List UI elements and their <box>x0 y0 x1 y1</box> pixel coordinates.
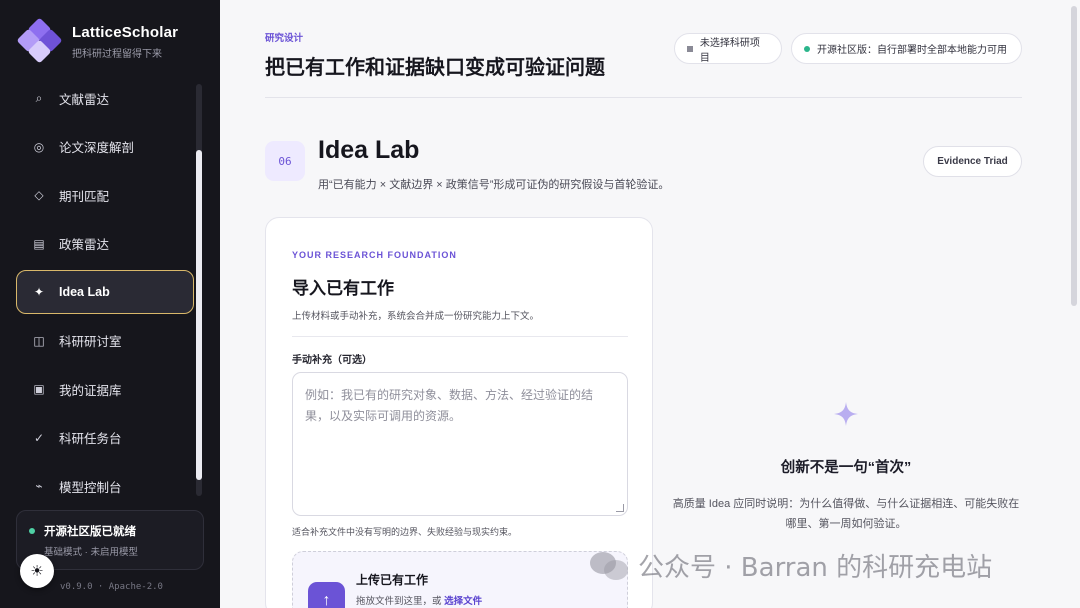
page-scrollbar-thumb[interactable] <box>1071 6 1077 306</box>
sidebar-item-evidence-library[interactable]: ▣ 我的证据库 <box>16 367 194 411</box>
wave-icon: ⌁ <box>35 479 43 493</box>
sidebar-item-label: 期刊匹配 <box>59 189 110 204</box>
sidebar-item-label: 模型控制台 <box>59 480 122 495</box>
status-dot-icon <box>29 528 35 534</box>
sidebar-item-task-desk[interactable]: ✓ 科研任务台 <box>16 416 194 460</box>
header-divider <box>265 97 1022 98</box>
page-title: 把已有工作和证据缺口变成可验证问题 <box>265 57 605 79</box>
project-selector-label: 未选择科研项目 <box>699 37 760 64</box>
sidebar-item-idea-lab[interactable]: ✦ Idea Lab <box>16 270 194 314</box>
choose-file-link[interactable]: 选择文件 <box>444 596 482 607</box>
app-name: LatticeScholar <box>72 24 179 41</box>
watermark-text: 公众号 · Barran 的科研充电站 <box>638 553 993 583</box>
square-icon <box>687 45 693 52</box>
card-description: 上传材料或手动补充，系统会合并成一份研究能力上下文。 <box>292 311 540 322</box>
section-subtitle: 用“已有能力 × 文献边界 × 政策信号”形成可证伪的研究假设与首轮验证。 <box>318 179 670 191</box>
watermark: 公众号 · Barran 的科研充电站 <box>590 547 992 584</box>
section-number-badge: 06 <box>265 141 305 181</box>
sidebar-item-seminar-room[interactable]: ◫ 科研研讨室 <box>16 319 194 363</box>
brand[interactable]: LatticeScholar 把科研过程留得下来 <box>16 17 179 64</box>
sidebar-scrollbar[interactable] <box>196 84 202 496</box>
edition-status-pill[interactable]: 开源社区版：自行部署时全部本地能力可用 <box>791 33 1022 64</box>
sidebar-scrollbar-thumb[interactable] <box>196 150 202 480</box>
main-content: 研究设计 把已有工作和证据缺口变成可验证问题 未选择科研项目 开源社区版：自行部… <box>220 0 1080 608</box>
check-icon: ✓ <box>33 430 45 445</box>
empty-state-description: 高质量 Idea 应同时说明：为什么值得做、与什么证据相连、可能失败在哪里、第一… <box>672 498 1020 530</box>
sidebar: LatticeScholar 把科研过程留得下来 ⌕ 文献雷达 ◎ 论文深度解剖… <box>0 0 220 608</box>
version-label: v0.9.0 · Apache-2.0 <box>60 582 163 592</box>
sidebar-item-policy-radar[interactable]: ▤ 政策雷达 <box>16 222 194 266</box>
empty-state-title: 创新不是一句“首次” <box>780 460 912 476</box>
sidebar-item-model-console[interactable]: ⌁ 模型控制台 <box>16 464 194 508</box>
manual-input-label: 手动补充（可选） <box>292 355 372 366</box>
card-title: 导入已有工作 <box>292 279 394 298</box>
upload-hint: 拖放文件到这里，或 <box>356 596 442 607</box>
sidebar-nav: ⌕ 文献雷达 ◎ 论文深度解剖 ◇ 期刊匹配 ▤ 政策雷达 ✦ Idea Lab… <box>16 76 194 513</box>
upload-dropzone[interactable]: ↑ 上传已有工作 拖放文件到这里，或 选择文件 <box>292 551 628 608</box>
sidebar-item-journal-match[interactable]: ◇ 期刊匹配 <box>16 173 194 217</box>
edition-status-label: 开源社区版：自行部署时全部本地能力可用 <box>817 45 1007 56</box>
sparkle-icon <box>834 402 858 426</box>
sidebar-item-literature-radar[interactable]: ⌕ 文献雷达 <box>16 76 194 120</box>
evidence-triad-button[interactable]: Evidence Triad <box>923 146 1022 177</box>
wechat-icon <box>590 550 630 582</box>
manual-input-placeholder: 例如：我已有的研究对象、数据、方法、经过验证的结果，以及实际可调用的资源。 <box>305 388 594 423</box>
page-scrollbar[interactable] <box>1071 0 1078 608</box>
target-icon: ◎ <box>33 139 45 154</box>
sun-icon: ☀ <box>30 563 44 580</box>
status-title-row: 开源社区版已就绪 <box>29 523 203 539</box>
manual-input-textarea[interactable]: 例如：我已有的研究对象、数据、方法、经过验证的结果，以及实际可调用的资源。 <box>292 372 628 516</box>
list-icon: ▤ <box>33 236 45 251</box>
upload-subtitle: 拖放文件到这里，或 选择文件 <box>356 593 482 607</box>
sidebar-item-paper-analysis[interactable]: ◎ 论文深度解剖 <box>16 125 194 169</box>
status-subtitle: 基础模式 · 未启用模型 <box>44 547 138 558</box>
radar-icon: ⌕ <box>35 90 43 105</box>
sidebar-item-label: 我的证据库 <box>59 383 122 398</box>
sparkle-icon: ✦ <box>33 285 45 299</box>
lattice-logo-icon <box>16 17 63 64</box>
diamond-icon: ◇ <box>34 188 44 202</box>
section-title: Idea Lab <box>318 136 420 164</box>
sidebar-item-label: 文献雷达 <box>59 92 110 107</box>
sidebar-item-label: 论文深度解剖 <box>59 141 135 155</box>
resize-handle-icon[interactable] <box>616 504 624 512</box>
app-tagline: 把科研过程留得下来 <box>72 49 162 60</box>
upload-title: 上传已有工作 <box>356 573 429 587</box>
manual-input-helper: 适合补充文件中没有写明的边界、失败经验与现实约束。 <box>292 527 518 537</box>
box-icon: ▣ <box>33 382 45 396</box>
project-selector-pill[interactable]: 未选择科研项目 <box>674 33 782 64</box>
page-eyebrow: 研究设计 <box>265 33 304 44</box>
sidebar-item-label: Idea Lab <box>59 285 110 299</box>
sidebar-item-label: 政策雷达 <box>59 238 110 252</box>
columns-icon: ◫ <box>33 333 45 348</box>
upload-arrow-icon[interactable]: ↑ <box>308 582 345 608</box>
status-title: 开源社区版已就绪 <box>44 526 136 538</box>
sidebar-item-label: 科研任务台 <box>59 432 122 446</box>
sidebar-item-label: 科研研讨室 <box>59 335 122 349</box>
green-dot-icon <box>804 45 810 52</box>
card-divider <box>292 336 628 337</box>
theme-toggle-button[interactable]: ☀ <box>20 554 54 588</box>
card-eyebrow: YOUR RESEARCH FOUNDATION <box>292 250 457 260</box>
